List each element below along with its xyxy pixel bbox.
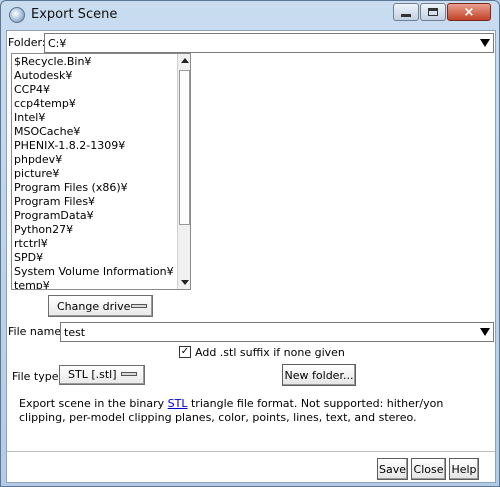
directory-items: $Recycle.Bin¥ Autodesk¥ CCP4¥ ccp4temp¥ Inte…	[14, 55, 174, 289]
minimize-icon	[401, 13, 411, 17]
directory-list[interactable]: $Recycle.Bin¥ Autodesk¥ CCP4¥ ccp4temp¥ Inte…	[11, 53, 191, 290]
directory-item[interactable]: rtctrl¥	[14, 237, 174, 251]
title-bar[interactable]: Export Scene ×	[1, 1, 499, 29]
export-scene-dialog: Export Scene × Folder: C:¥ $Recycle.Bin¥…	[0, 0, 500, 487]
scroll-thumb[interactable]	[179, 70, 190, 225]
directory-item[interactable]: Program Files¥	[14, 195, 174, 209]
folder-value: C:¥	[48, 37, 67, 50]
minimize-button[interactable]	[393, 3, 419, 21]
file-type-label: File type:	[12, 370, 63, 383]
file-type-menu-icon	[121, 372, 137, 376]
directory-item[interactable]: System Volume Information¥	[14, 265, 174, 279]
file-type-value: STL [.stl]	[68, 368, 117, 381]
suffix-checkbox[interactable]: ✓	[179, 346, 191, 358]
file-name-label: File name:	[8, 325, 65, 338]
footer-divider	[7, 451, 495, 452]
directory-item[interactable]: ccp4temp¥	[14, 97, 174, 111]
stl-link[interactable]: STL	[168, 397, 188, 410]
directory-item[interactable]: CCP4¥	[14, 83, 174, 97]
window-title: Export Scene	[31, 7, 118, 22]
directory-scrollbar[interactable]	[177, 54, 190, 289]
close-button[interactable]: Close	[411, 458, 446, 480]
save-label: Save	[378, 462, 406, 476]
scroll-down-icon[interactable]	[178, 276, 190, 289]
save-button[interactable]: Save	[377, 458, 408, 480]
directory-item[interactable]: MSOCache¥	[14, 125, 174, 139]
dialog-body: Folder: C:¥ $Recycle.Bin¥ Autodesk¥ CCP4¥ c…	[6, 30, 496, 483]
change-drive-menu-icon	[131, 304, 147, 308]
close-window-button[interactable]: ×	[447, 3, 491, 21]
help-button[interactable]: Help	[449, 458, 479, 480]
change-drive-label: Change drive	[57, 300, 131, 313]
new-folder-label: New folder...	[284, 368, 354, 382]
maximize-button[interactable]	[420, 3, 446, 21]
directory-item[interactable]: Intel¥	[14, 111, 174, 125]
directory-item[interactable]: PHENIX-1.8.2-1309¥	[14, 139, 174, 153]
directory-item[interactable]: Program Files (x86)¥	[14, 181, 174, 195]
directory-item[interactable]: $Recycle.Bin¥	[14, 55, 174, 69]
directory-item[interactable]: Autodesk¥	[14, 69, 174, 83]
file-name-dropdown-arrow-icon[interactable]	[477, 323, 493, 341]
file-name-combobox[interactable]: test	[60, 322, 494, 342]
close-icon: ×	[463, 4, 475, 20]
new-folder-button[interactable]: New folder...	[282, 364, 356, 386]
directory-item[interactable]: phpdev¥	[14, 153, 174, 167]
help-label: Help	[451, 462, 477, 476]
directory-item[interactable]: Python27¥	[14, 223, 174, 237]
folder-dropdown-arrow-icon[interactable]	[477, 34, 493, 52]
scroll-up-icon[interactable]	[178, 54, 190, 67]
close-label: Close	[413, 462, 444, 476]
suffix-checkbox-label: Add .stl suffix if none given	[195, 346, 345, 359]
description-text-start: Export scene in the binary	[19, 397, 168, 410]
app-icon	[9, 7, 25, 23]
maximize-icon	[428, 8, 438, 16]
directory-item[interactable]: temp¥	[14, 279, 174, 289]
folder-combobox[interactable]: C:¥	[44, 33, 494, 53]
folder-label: Folder:	[8, 36, 46, 49]
file-name-value: test	[64, 326, 86, 339]
directory-item[interactable]: ProgramData¥	[14, 209, 174, 223]
format-description: Export scene in the binary STL triangle …	[19, 397, 459, 425]
directory-item[interactable]: SPD¥	[14, 251, 174, 265]
directory-item[interactable]: picture¥	[14, 167, 174, 181]
